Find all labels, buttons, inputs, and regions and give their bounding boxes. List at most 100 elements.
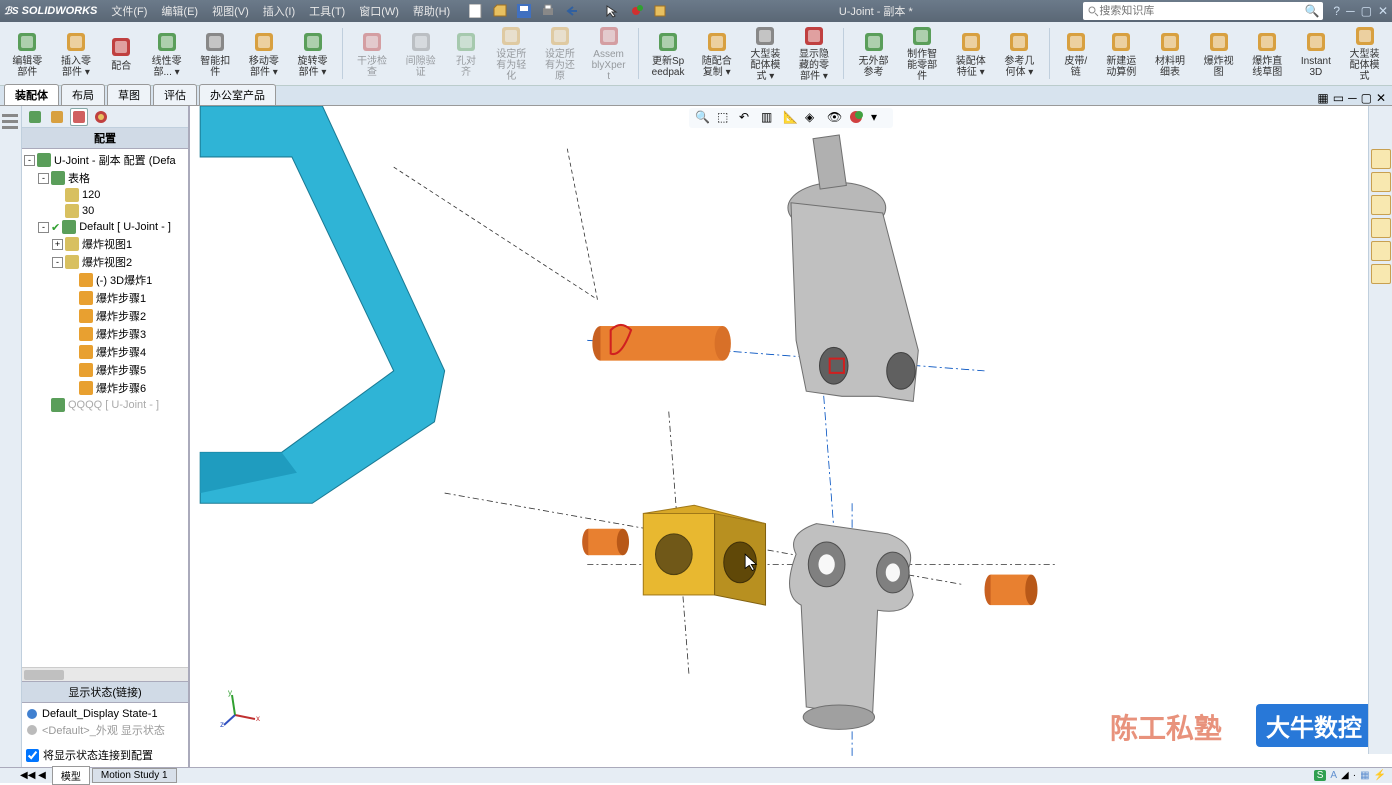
part-upper-yoke[interactable] (788, 135, 918, 401)
ribbon-smart-fastener[interactable]: 智能扣件 (194, 24, 237, 83)
3d-viewport[interactable]: 🔍 ⬚ ↶ ▥ 📐 ◈ 👁 ▾ (190, 106, 1392, 767)
ribbon-exploded[interactable]: 显示隐藏的零部件 ▾ (793, 24, 836, 83)
task-custom-props-icon[interactable] (1371, 264, 1391, 284)
status-icon-3[interactable]: ◢ (1341, 770, 1349, 781)
minimize-icon[interactable]: ─ (1346, 4, 1355, 18)
print-icon[interactable] (540, 3, 556, 19)
new-icon[interactable] (468, 3, 484, 19)
ribbon-linear-pattern[interactable]: 线性零部... ▾ (145, 24, 188, 83)
expand-icon[interactable]: - (52, 257, 63, 268)
tab-model[interactable]: 模型 (52, 766, 90, 785)
tab-office[interactable]: 办公室产品 (199, 84, 276, 105)
viewport-layout-icon[interactable]: ▦ (1317, 91, 1328, 105)
tree-item[interactable]: 爆炸步骤4 (24, 343, 186, 361)
display-state-item[interactable]: Default_Display State-1 (26, 707, 184, 721)
menu-tools[interactable]: 工具(T) (303, 1, 351, 21)
ribbon-large-assy[interactable]: 材料明细表 (1149, 24, 1192, 83)
part-pin-small-left[interactable] (582, 529, 629, 555)
task-view-palette-icon[interactable] (1371, 218, 1391, 238)
viewport-single-icon[interactable]: ▭ (1333, 91, 1344, 105)
status-icon-6[interactable]: ⚡ (1374, 770, 1386, 781)
tree-item[interactable]: +爆炸视图1 (24, 235, 186, 253)
ribbon-instant3d[interactable]: 制作智能零部件 (901, 24, 944, 83)
tab-property-icon[interactable] (48, 108, 66, 126)
maximize-icon[interactable]: ▢ (1361, 4, 1372, 18)
tab-nav-prev-icon[interactable]: ◀◀ ◀ (20, 770, 46, 781)
tree-root[interactable]: - U-Joint - 副本 配置 (Defa (24, 151, 186, 169)
tree-item[interactable]: (-) 3D爆炸1 (24, 271, 186, 289)
part-pin-small-right[interactable] (985, 575, 1038, 606)
ribbon-large-assy[interactable]: 装配体特征 ▾ (949, 24, 992, 83)
ribbon-large-assy[interactable]: 大型装配体模式 (1343, 24, 1386, 83)
link-display-checkbox[interactable] (26, 749, 39, 762)
ribbon-large-assy[interactable]: 新建运动算例 (1100, 24, 1143, 83)
viewport-close-icon[interactable]: ✕ (1376, 91, 1386, 105)
tab-config-icon[interactable] (70, 108, 88, 126)
expand-icon[interactable]: - (24, 155, 35, 166)
save-icon[interactable] (516, 3, 532, 19)
rebuild-icon[interactable] (628, 3, 644, 19)
tree-item[interactable]: -爆炸视图2 (24, 253, 186, 271)
tab-sketch[interactable]: 草图 (107, 84, 151, 105)
ribbon-large-assy[interactable]: 皮带/链 (1058, 24, 1094, 83)
status-icon-2[interactable]: A (1330, 770, 1337, 781)
select-icon[interactable] (604, 3, 620, 19)
undo-icon[interactable] (564, 3, 580, 19)
ribbon-bom[interactable]: 大型装配体模式 ▾ (744, 24, 787, 83)
tree-item[interactable]: 爆炸步骤3 (24, 325, 186, 343)
open-icon[interactable] (492, 3, 508, 19)
tree-item[interactable]: 爆炸步骤5 (24, 361, 186, 379)
search-go-icon[interactable]: 🔍 (1304, 4, 1319, 18)
menu-window[interactable]: 窗口(W) (353, 1, 405, 21)
menu-insert[interactable]: 插入(I) (257, 1, 301, 21)
viewport-min-icon[interactable]: ─ (1348, 91, 1357, 105)
viewport-max-icon[interactable]: ▢ (1361, 91, 1372, 105)
close-icon[interactable]: ✕ (1378, 4, 1388, 18)
configuration-tree[interactable]: - U-Joint - 副本 配置 (Defa -表格12030-✔Defaul… (22, 149, 188, 667)
ribbon-large-assy[interactable]: 爆炸视图 (1197, 24, 1240, 83)
tree-item[interactable]: 120 (24, 187, 186, 203)
menu-file[interactable]: 文件(F) (105, 1, 153, 21)
ribbon-move-comp[interactable]: 移动零部件 ▾ (243, 24, 286, 83)
tree-item[interactable]: 爆炸步骤6 (24, 379, 186, 397)
part-lower-yoke[interactable] (790, 524, 914, 730)
task-resources-icon[interactable] (1371, 149, 1391, 169)
tab-evaluate[interactable]: 评估 (153, 84, 197, 105)
ribbon-mate[interactable]: 配合 (103, 24, 139, 83)
search-input[interactable] (1099, 5, 1304, 17)
ribbon-large-assy[interactable]: 爆炸直线草图 (1246, 24, 1289, 83)
tab-layout[interactable]: 布局 (61, 84, 105, 105)
expand-icon[interactable]: - (38, 173, 49, 184)
ribbon-large-assy[interactable]: Instant3D (1295, 24, 1338, 83)
task-appearance-icon[interactable] (1371, 241, 1391, 261)
tab-motion-study[interactable]: Motion Study 1 (92, 768, 177, 783)
tree-item[interactable]: 30 (24, 203, 186, 219)
tab-feature-tree-icon[interactable] (26, 108, 44, 126)
panel-scrollbar[interactable] (22, 667, 188, 681)
part-spider[interactable] (643, 505, 765, 605)
help-icon[interactable]: ? (1333, 4, 1340, 18)
tree-item[interactable]: -表格 (24, 169, 186, 187)
expand-icon[interactable]: + (52, 239, 63, 250)
tree-item[interactable]: -✔Default [ U-Joint - ] (24, 219, 186, 235)
left-tool-1[interactable] (2, 114, 20, 132)
display-state-item[interactable]: <Default>_外观 显示状态 (26, 721, 184, 739)
ribbon-perf-eval[interactable]: 更新Speedpak (647, 24, 690, 83)
task-design-lib-icon[interactable] (1371, 172, 1391, 192)
ribbon-edit-part[interactable]: 编辑零部件 (6, 24, 49, 83)
status-icon-4[interactable]: · (1353, 770, 1356, 781)
ribbon-large-assy[interactable]: 参考几何体 ▾ (998, 24, 1041, 83)
menu-edit[interactable]: 编辑(E) (155, 1, 204, 21)
menu-help[interactable]: 帮助(H) (407, 1, 456, 21)
tab-assembly[interactable]: 装配体 (4, 84, 59, 105)
ribbon-instant3d[interactable]: 无外部参考 (852, 24, 895, 83)
menu-view[interactable]: 视图(V) (206, 1, 255, 21)
task-file-explorer-icon[interactable] (1371, 195, 1391, 215)
ribbon-insert-part[interactable]: 插入零部件 ▾ (55, 24, 98, 83)
tab-dimxpert-icon[interactable] (92, 108, 110, 126)
tree-item[interactable]: 爆炸步骤1 (24, 289, 186, 307)
expand-icon[interactable]: - (38, 222, 49, 233)
options-icon[interactable] (652, 3, 668, 19)
ribbon-show-hidden[interactable]: 旋转零部件 ▾ (291, 24, 334, 83)
tree-item[interactable]: 爆炸步骤2 (24, 307, 186, 325)
